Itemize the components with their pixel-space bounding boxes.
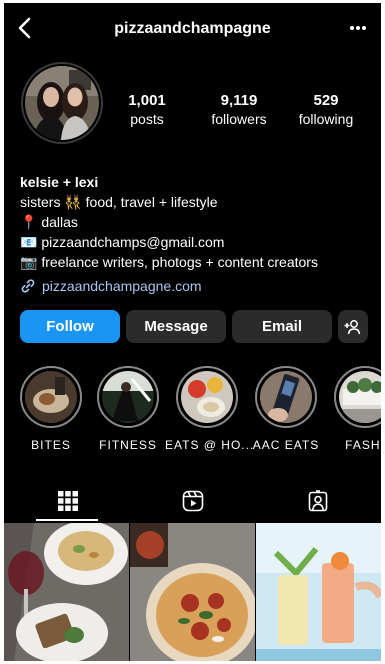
following-stat[interactable]: 529 following bbox=[290, 92, 362, 127]
avatar[interactable] bbox=[25, 66, 99, 140]
bio-link[interactable]: pizzaandchampagne.com bbox=[20, 276, 370, 296]
highlight-fashion[interactable]: FASHI bbox=[334, 366, 381, 452]
add-person-icon bbox=[344, 319, 361, 334]
highlight-fitness[interactable]: FITNESS bbox=[97, 366, 163, 452]
post-thumbnail[interactable] bbox=[130, 523, 255, 661]
email-emoji-icon: 📧 bbox=[20, 234, 38, 250]
tagged-icon bbox=[308, 490, 327, 512]
bio-line: 📍 dallas bbox=[20, 214, 78, 230]
email-button[interactable]: Email bbox=[232, 310, 332, 343]
profile-screen: pizzaandchampagne 1,001 posts 9,119 foll… bbox=[4, 3, 381, 661]
profile-bio: kelsie + lexi sisters 👯 food, travel + l… bbox=[20, 172, 370, 296]
highlight-label: FITNESS bbox=[99, 438, 157, 452]
bio-line: 📷 freelance writers, photogs + content c… bbox=[20, 254, 318, 270]
camera-emoji-icon: 📷 bbox=[20, 254, 38, 270]
highlight-thumbnail bbox=[339, 371, 381, 423]
highlight-thumbnail bbox=[181, 371, 233, 423]
post-thumbnail[interactable] bbox=[4, 523, 129, 661]
highlight-thumbnail bbox=[25, 371, 77, 423]
follow-button[interactable]: Follow bbox=[20, 310, 120, 343]
followers-label: followers bbox=[211, 111, 267, 127]
tab-grid[interactable] bbox=[5, 481, 130, 521]
followers-count: 9,119 bbox=[220, 92, 258, 109]
highlight-thumbnail bbox=[102, 371, 154, 423]
highlight-eats-home[interactable]: EATS @ HO... bbox=[165, 366, 253, 452]
followers-stat[interactable]: 9,119 followers bbox=[201, 92, 277, 127]
add-person-button[interactable] bbox=[338, 310, 368, 343]
highlight-aac-eats[interactable]: AAC EATS bbox=[253, 366, 321, 452]
post-grid bbox=[4, 523, 381, 661]
tab-reels[interactable] bbox=[130, 481, 255, 521]
profile-tabs bbox=[4, 481, 381, 523]
highlight-label: EATS @ HO... bbox=[165, 438, 255, 452]
website-link-text[interactable]: pizzaandchampagne.com bbox=[42, 276, 202, 296]
message-button[interactable]: Message bbox=[126, 310, 226, 343]
bio-line: sisters 👯 food, travel + lifestyle bbox=[20, 194, 218, 210]
avatar-ring[interactable] bbox=[21, 62, 103, 144]
pin-emoji-icon: 📍 bbox=[20, 214, 38, 230]
following-label: following bbox=[298, 111, 354, 127]
highlight-thumbnail bbox=[260, 371, 312, 423]
profile-username: pizzaandchampagne bbox=[114, 20, 271, 37]
highlight-label: BITES bbox=[31, 438, 71, 452]
post-thumbnail[interactable] bbox=[256, 523, 381, 661]
active-tab-indicator bbox=[36, 519, 98, 521]
posts-count: 1,001 bbox=[128, 92, 166, 109]
link-icon bbox=[21, 279, 35, 293]
dancers-emoji-icon: 👯 bbox=[64, 194, 82, 210]
posts-stat[interactable]: 1,001 posts bbox=[116, 92, 178, 127]
reels-icon bbox=[182, 490, 203, 512]
grid-icon bbox=[57, 491, 78, 511]
highlight-label: FASHI bbox=[345, 438, 381, 452]
following-count: 529 bbox=[313, 92, 339, 109]
display-name: kelsie + lexi bbox=[20, 174, 99, 190]
posts-label: posts bbox=[130, 111, 164, 127]
tab-tagged[interactable] bbox=[255, 481, 380, 521]
more-dots-icon[interactable] bbox=[345, 19, 371, 37]
bio-line: 📧 pizzaandchamps@gmail.com bbox=[20, 234, 225, 250]
top-bar: pizzaandchampagne bbox=[4, 3, 381, 53]
highlight-bites[interactable]: BITES bbox=[20, 366, 86, 452]
highlight-label: AAC EATS bbox=[252, 438, 320, 452]
